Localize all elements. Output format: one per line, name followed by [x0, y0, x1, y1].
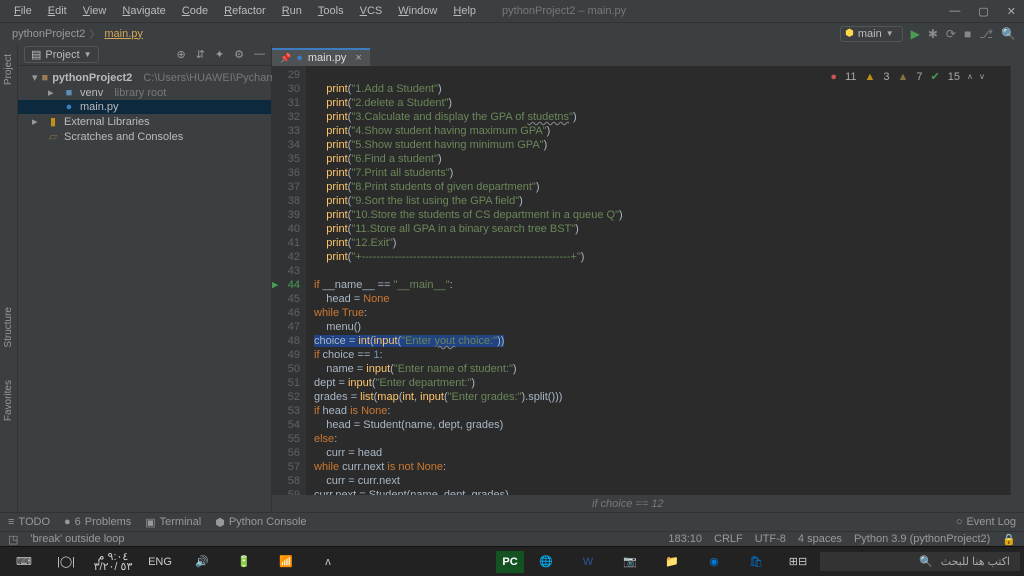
search-icon: 🔍	[919, 555, 933, 568]
tool-terminal[interactable]: ▣ Terminal	[145, 516, 201, 529]
chevron-down-icon: ▼	[886, 29, 894, 38]
status-interpreter[interactable]: Python 3.9 (pythonProject2)	[854, 533, 990, 546]
breadcrumb-file[interactable]: main.py	[100, 28, 147, 40]
app-chrome[interactable]: 🌐	[526, 549, 566, 575]
chevron-down-icon: ▼	[84, 50, 92, 59]
vcs-icon[interactable]: ⎇	[979, 27, 993, 41]
menu-window[interactable]: Window	[392, 3, 443, 19]
line-numbers: 2930313233343536373839404142434445464748…	[272, 66, 306, 495]
project-icon: ▤	[31, 48, 41, 61]
menu-refactor[interactable]: Refactor	[218, 3, 272, 19]
rail-structure[interactable]: Structure	[3, 301, 14, 354]
tree-root[interactable]: ▾■pythonProject2 C:\Users\HUAWEI\Pycharm…	[18, 70, 271, 85]
menu-file[interactable]: File	[8, 3, 38, 19]
status-sep[interactable]: CRLF	[714, 533, 743, 546]
app-edge[interactable]: ◉	[694, 549, 734, 575]
search-icon[interactable]: 🔍	[1001, 27, 1016, 41]
minimize-icon[interactable]: —	[949, 5, 960, 18]
maximize-icon[interactable]: ▢	[978, 5, 988, 18]
python-icon: ⬢	[845, 28, 854, 39]
menu-view[interactable]: View	[77, 3, 113, 19]
collapse-icon[interactable]: ⇵	[196, 48, 205, 61]
tool-problems[interactable]: ● 6 Problems	[64, 516, 131, 528]
python-file-icon: ●	[296, 52, 303, 64]
project-sidebar: ▤ Project ▼ ⊕ ⇵ ✦ ⚙ — ▾■pythonProject2 C…	[18, 44, 272, 512]
cortana-icon[interactable]: |◯|	[46, 549, 86, 575]
expand-icon[interactable]: ✦	[215, 48, 224, 61]
stop-icon[interactable]: ■	[964, 27, 971, 41]
windows-taskbar: ⌨ |◯| ٩:٠٤ م٥٣ /٣/٢٠ ENG 🔊 🔋 📶 ʌ PC 🌐 W …	[0, 546, 1024, 576]
lang-indicator[interactable]: ENG	[140, 549, 180, 575]
close-icon[interactable]: ✕	[1007, 5, 1016, 18]
editor: 📌 ● main.py × 29303132333435363738394041…	[272, 44, 1024, 512]
app-camera[interactable]: 📷	[610, 549, 650, 575]
menu-code[interactable]: Code	[176, 3, 214, 19]
tree-external[interactable]: ▸▮External Libraries	[18, 114, 271, 129]
rail-favorites[interactable]: Favorites	[3, 374, 14, 427]
battery-icon[interactable]: 🔋	[224, 549, 264, 575]
wifi-icon[interactable]: 📶	[266, 549, 306, 575]
error-stripe[interactable]	[1010, 66, 1024, 495]
main-menu: FileEditViewNavigate CodeRefactorRunTools…	[0, 0, 1024, 22]
project-tree: ▾■pythonProject2 C:\Users\HUAWEI\Pycharm…	[18, 66, 271, 148]
gear-icon[interactable]: ⚙	[234, 48, 244, 61]
status-message: 'break' outside loop	[30, 533, 124, 545]
inspection-widget[interactable]: ●11 ▲3 ▲7 ✔15 ʌv	[830, 70, 984, 84]
project-view-selector[interactable]: ▤ Project ▼	[24, 46, 99, 63]
window-context: pythonProject2 – main.py	[502, 5, 626, 17]
run-icon[interactable]: ▶	[911, 27, 920, 41]
target-icon[interactable]: ⊕	[176, 48, 185, 61]
menu-tools[interactable]: Tools	[312, 3, 350, 19]
tool-python-console[interactable]: ⬢ Python Console	[215, 516, 306, 529]
rail-project[interactable]: Project	[3, 48, 14, 91]
tool-todo[interactable]: ≡ TODO	[8, 516, 50, 528]
close-tab-icon[interactable]: ×	[355, 52, 361, 64]
app-pycharm[interactable]: PC	[496, 551, 524, 573]
coverage-icon[interactable]: ⟳	[946, 27, 956, 41]
tree-venv[interactable]: ▸■venv library root	[18, 85, 271, 100]
breadcrumb-root[interactable]: pythonProject2	[8, 28, 89, 40]
nav-bar: pythonProject2 〉 main.py ⬢ main ▼ ▶ ✱ ⟳ …	[0, 22, 1024, 44]
task-view-icon[interactable]: ⊞⊟	[778, 549, 818, 575]
clock[interactable]: ٩:٠٤ م٥٣ /٣/٢٠	[88, 549, 138, 575]
run-config-selector[interactable]: ⬢ main ▼	[840, 26, 903, 42]
menu-run[interactable]: Run	[276, 3, 308, 19]
volume-icon[interactable]: 🔊	[182, 549, 222, 575]
lock-icon[interactable]: 🔒	[1002, 533, 1016, 546]
menu-navigate[interactable]: Navigate	[116, 3, 171, 19]
app-store[interactable]: 🛍	[736, 549, 776, 575]
tree-file-main[interactable]: ●main.py	[18, 100, 271, 114]
left-rail: Project Structure Favorites	[0, 44, 18, 512]
status-icon[interactable]: ◳	[8, 533, 18, 546]
keyboard-icon[interactable]: ⌨	[4, 549, 44, 575]
menu-help[interactable]: Help	[447, 3, 482, 19]
app-explorer[interactable]: 📁	[652, 549, 692, 575]
pin-icon: 📌	[280, 53, 291, 64]
windows-search[interactable]: اكتب هنا للبحث 🔍	[820, 552, 1020, 571]
status-indent[interactable]: 4 spaces	[798, 533, 842, 546]
status-bar: ◳ 'break' outside loop 183:10 CRLF UTF-8…	[0, 531, 1024, 546]
menu-edit[interactable]: Edit	[42, 3, 73, 19]
editor-tab-main[interactable]: 📌 ● main.py ×	[272, 48, 370, 66]
tool-windows-bar: ≡ TODO ● 6 Problems ▣ Terminal ⬢ Python …	[0, 512, 1024, 531]
app-word[interactable]: W	[568, 549, 608, 575]
tool-event-log[interactable]: ○ Event Log	[956, 516, 1016, 528]
chevron-up-icon[interactable]: ʌ	[308, 549, 348, 575]
tree-scratches[interactable]: ▱Scratches and Consoles	[18, 129, 271, 144]
code-area[interactable]: ●11 ▲3 ▲7 ✔15 ʌv print("1.Add a Student"…	[306, 66, 1010, 495]
status-encoding[interactable]: UTF-8	[755, 533, 786, 546]
breadcrumb-code: if choice == 12	[272, 495, 1024, 512]
hide-icon[interactable]: —	[254, 48, 265, 61]
debug-icon[interactable]: ✱	[928, 27, 938, 41]
status-caret[interactable]: 183:10	[668, 533, 702, 546]
menu-vcs[interactable]: VCS	[354, 3, 389, 19]
